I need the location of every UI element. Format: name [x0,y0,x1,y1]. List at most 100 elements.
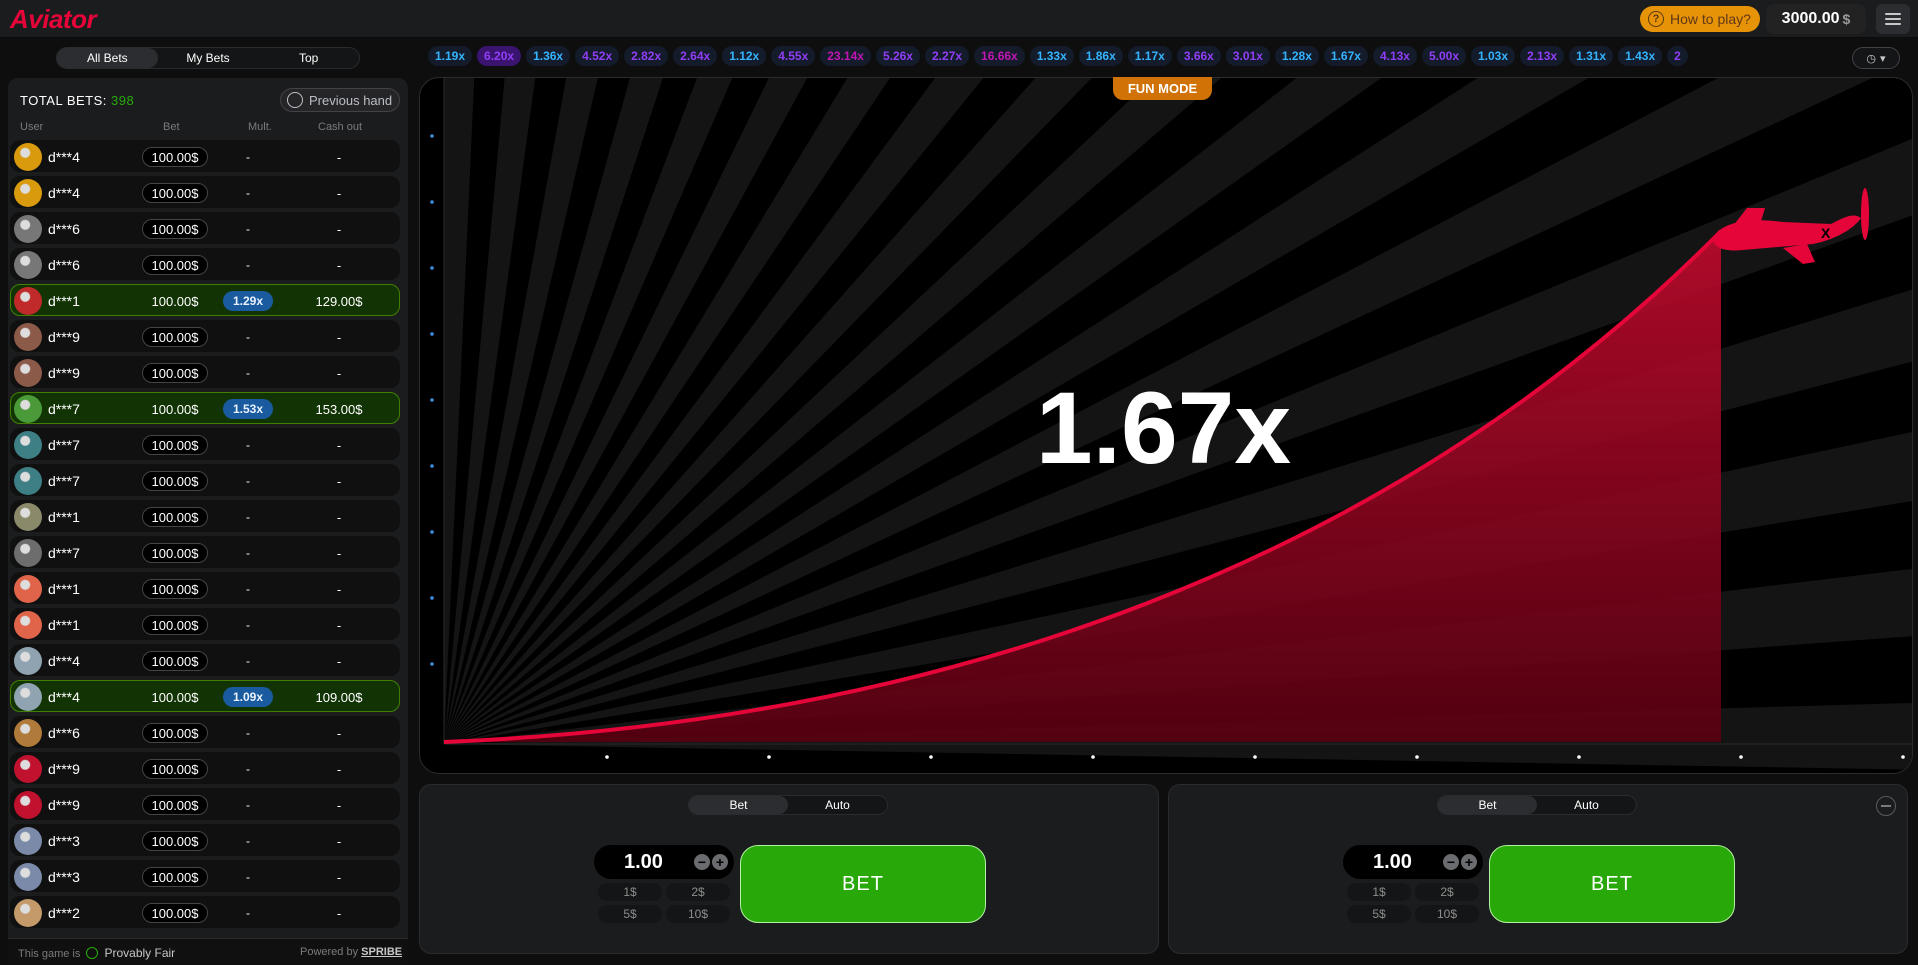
bet-cashout: - [336,581,342,597]
quick-stake-10[interactable]: 10$ [666,905,730,923]
powered-by: Powered by SPRIBE [300,946,402,958]
bet-row: d***4 100.00$ - - [10,140,400,172]
bet-user: d***7 [48,437,80,453]
bet-user: d***7 [48,545,80,561]
bet-user: d***9 [48,329,80,345]
balance-currency: $ [1842,11,1851,27]
bet-button-2[interactable]: BET [1489,845,1735,923]
hamburger-icon[interactable] [1876,4,1910,34]
bet-panel-2-tab-bet[interactable]: Bet [1438,796,1537,814]
quick-stake-1[interactable]: 1$ [1347,883,1411,901]
history-multiplier[interactable]: 1.43x [1618,46,1663,66]
fair-label: Provably Fair [104,946,176,960]
bet-row: d***7 100.00$ - - [10,536,400,568]
quick-stake-5[interactable]: 5$ [598,905,662,923]
bet-panel-1-tabs: Bet Auto [688,795,888,815]
history-multiplier[interactable]: 5.00x [1421,46,1466,66]
history-multiplier[interactable]: 4.13x [1372,46,1417,66]
history-multiplier[interactable]: 23.14x [820,46,871,66]
bet-user: d***9 [48,797,80,813]
quick-stake-5[interactable]: 5$ [1347,905,1411,923]
history-multiplier[interactable]: 2.64x [673,46,718,66]
bet-cashout: - [336,473,342,489]
bet-panel-1-tab-auto[interactable]: Auto [788,796,887,814]
history-multiplier[interactable]: 4.55x [771,46,816,66]
history-multiplier[interactable]: 1.86x [1078,46,1123,66]
bet-amount: 100.00$ [142,183,208,203]
history-multiplier[interactable]: 1.33x [1029,46,1074,66]
quick-stake-10[interactable]: 10$ [1415,905,1479,923]
bet-panel-2: Bet Auto 1.00 − + 1$ 2$ 5$ 10$ BET [1168,784,1908,954]
stake-value[interactable]: 1.00 [624,851,663,874]
bet-amount: 100.00$ [142,831,208,851]
quick-stake-2[interactable]: 2$ [1415,883,1479,901]
col-user: User [20,121,44,133]
x-axis-dot [1901,755,1905,759]
tab-all-bets[interactable]: All Bets [57,48,158,68]
history-multiplier[interactable]: 5.26x [875,46,920,66]
plus-icon[interactable]: + [712,854,728,870]
bet-multiplier: - [246,870,250,884]
bet-user: d***1 [48,509,80,525]
history-multiplier[interactable]: 1.67x [1323,46,1368,66]
bet-cashout: 129.00$ [315,293,363,309]
bet-amount: 100.00$ [142,471,208,491]
history-multiplier[interactable]: 3.01x [1225,46,1270,66]
x-axis-dot [1739,755,1743,759]
history-multiplier[interactable]: 3.66x [1176,46,1221,66]
bet-user: d***7 [48,401,80,417]
plus-icon[interactable]: + [1461,854,1477,870]
bet-user: d***4 [48,185,80,201]
bet-amount: 100.00$ [151,689,199,705]
bet-multiplier: - [246,474,250,488]
history-multiplier[interactable]: 1.03x [1471,46,1516,66]
bet-row: d***4 100.00$ - - [10,176,400,208]
previous-hand-button[interactable]: Previous hand [280,88,400,112]
svg-text:X: X [1821,225,1831,241]
bet-user: d***3 [48,869,80,885]
bet-multiplier: - [246,906,250,920]
history-multiplier[interactable]: 1.19x [428,46,473,66]
minus-circle-icon [1881,805,1891,807]
avatar [14,215,42,243]
bet-user: d***1 [48,293,80,309]
remove-panel-button[interactable] [1876,796,1896,816]
history-multiplier[interactable]: 2 [1667,46,1688,66]
bet-multiplier: - [246,582,250,596]
aviator-logo[interactable]: Aviator [10,4,97,35]
quick-stake-2[interactable]: 2$ [666,883,730,901]
bet-user: d***1 [48,617,80,633]
history-multiplier[interactable]: 1.12x [722,46,767,66]
tab-top[interactable]: Top [258,48,359,68]
bet-panel-1-tab-bet[interactable]: Bet [689,796,788,814]
avatar [14,431,42,459]
quick-stake-1[interactable]: 1$ [598,883,662,901]
history-multiplier[interactable]: 1.31x [1569,46,1614,66]
minus-icon[interactable]: − [694,854,710,870]
stake-value[interactable]: 1.00 [1373,851,1412,874]
history-multiplier[interactable]: 2.82x [624,46,669,66]
history-multiplier[interactable]: 1.28x [1274,46,1319,66]
history-multiplier[interactable]: 2.27x [924,46,970,66]
how-to-play-button[interactable]: ? How to play? [1640,6,1760,32]
fun-mode-badge: FUN MODE [1113,77,1212,100]
history-multiplier[interactable]: 1.17x [1127,46,1172,66]
history-multiplier[interactable]: 6.20x [477,46,522,66]
bet-panel-2-stake-input[interactable]: 1.00 − + [1343,845,1483,879]
bet-panel-1-stake-input[interactable]: 1.00 − + [594,845,734,879]
history-multiplier[interactable]: 2.13x [1520,46,1565,66]
minus-icon[interactable]: − [1443,854,1459,870]
history-multiplier[interactable]: 1.36x [526,46,571,66]
bet-user: d***6 [48,221,80,237]
y-axis-dots [430,134,434,666]
bet-button-1[interactable]: BET [740,845,986,923]
tab-my-bets[interactable]: My Bets [158,48,259,68]
history-multiplier[interactable]: 4.52x [575,46,620,66]
bet-panel-2-tab-auto[interactable]: Auto [1537,796,1636,814]
avatar [14,755,42,783]
history-multiplier[interactable]: 16.66x [974,46,1025,66]
provably-fair[interactable]: This game is Provably Fair [18,946,175,960]
bet-cashout: - [336,437,342,453]
spribe-logo[interactable]: SPRIBE [361,946,402,958]
history-toggle-button[interactable]: ◷ ▾ [1852,47,1900,69]
